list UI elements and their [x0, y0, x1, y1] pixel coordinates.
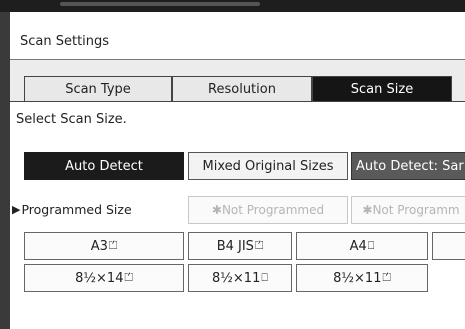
- window-title: Scan Settings: [20, 34, 110, 49]
- landscape-icon: ⏍: [108, 239, 118, 252]
- scan-settings-window: Scan Settings Scan Type Resolution Scan …: [0, 0, 465, 329]
- auto-detect-same-button[interactable]: Auto Detect: Sar: [351, 152, 465, 180]
- size-b4-jis-button[interactable]: B4 JIS ⏍: [188, 232, 292, 260]
- size-8half-11-landscape-button[interactable]: 8½×11 ⏍: [296, 264, 428, 292]
- right-triangle-icon: ▶: [12, 203, 21, 216]
- top-panel-edge: [0, 0, 465, 12]
- auto-detect-button[interactable]: Auto Detect: [24, 152, 184, 180]
- size-a4-button[interactable]: A4 ⎕: [296, 232, 428, 260]
- size-label: 8½×14: [75, 270, 124, 286]
- slot-label: Not Programmed: [221, 203, 325, 217]
- size-label: B4 JIS: [216, 238, 254, 254]
- landscape-icon: ⏍: [382, 271, 391, 284]
- programmed-slot-1-button[interactable]: ✱ Not Programmed: [188, 196, 348, 224]
- left-panel-edge: [0, 0, 10, 329]
- mixed-original-sizes-button[interactable]: Mixed Original Sizes: [188, 152, 348, 180]
- tab-resolution[interactable]: Resolution: [172, 76, 312, 101]
- tab-scan-size[interactable]: Scan Size: [312, 76, 452, 101]
- star-icon: ✱: [362, 203, 373, 217]
- star-icon: ✱: [211, 203, 222, 217]
- tab-scan-type[interactable]: Scan Type: [24, 76, 172, 101]
- landscape-icon: ⏍: [254, 239, 264, 252]
- portrait-icon: ⎕: [367, 239, 375, 252]
- landscape-icon: ⏍: [124, 271, 133, 284]
- size-8half-11-portrait-button[interactable]: 8½×11 ⎕: [188, 264, 292, 292]
- title-bar: Scan Settings: [10, 26, 465, 60]
- tab-bar: Scan Type Resolution Scan Size: [10, 60, 465, 102]
- size-label: A4: [349, 238, 367, 254]
- size-a3-button[interactable]: A3 ⏍: [24, 232, 184, 260]
- size-next-button[interactable]: [432, 232, 465, 260]
- programmed-size-text: Programmed Size: [21, 202, 132, 217]
- size-label: 8½×11: [333, 270, 382, 286]
- top-highlight: [60, 2, 260, 6]
- size-8half-14-button[interactable]: 8½×14 ⏍: [24, 264, 184, 292]
- programmed-slot-2-button[interactable]: ✱ Not Programm: [351, 196, 465, 224]
- instruction-text: Select Scan Size.: [16, 112, 127, 127]
- size-label: A3: [90, 238, 108, 254]
- portrait-icon: ⎕: [261, 271, 268, 284]
- size-label: 8½×11: [212, 270, 261, 286]
- scan-size-panel: Select Scan Size. Auto Detect Mixed Orig…: [10, 102, 465, 329]
- programmed-size-label: ▶ Programmed Size: [12, 202, 132, 217]
- slot-label: Not Programm: [372, 203, 460, 217]
